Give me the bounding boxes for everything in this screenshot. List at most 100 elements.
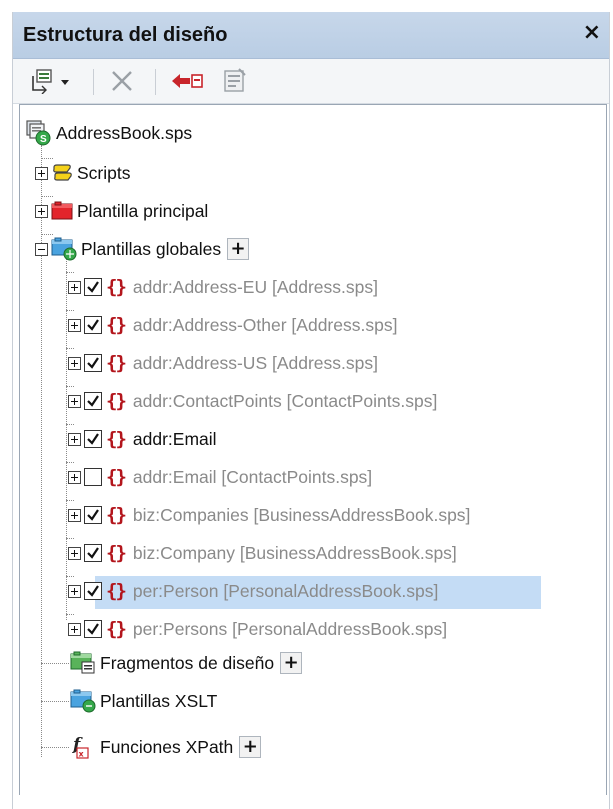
tree-item-template[interactable]: {} addr:Address-Other [Address.sps] xyxy=(68,309,397,341)
template-checkbox[interactable] xyxy=(84,468,102,486)
checkmark-icon xyxy=(87,623,99,635)
expand-icon[interactable] xyxy=(68,318,81,332)
node-label: Scripts xyxy=(77,162,131,183)
template-braces-icon: {} xyxy=(106,276,127,298)
checkmark-icon xyxy=(87,319,99,331)
template-checkbox[interactable] xyxy=(84,620,102,638)
template-checkbox[interactable] xyxy=(84,354,102,372)
tree-node-main-template[interactable]: Plantilla principal xyxy=(35,195,208,227)
expand-icon[interactable] xyxy=(68,394,81,408)
template-checkbox[interactable] xyxy=(84,278,102,296)
template-checkbox[interactable] xyxy=(84,316,102,334)
tree-item-template[interactable]: {} per:Persons [PersonalAddressBook.sps] xyxy=(68,613,447,645)
template-label: addr:ContactPoints [ContactPoints.sps] xyxy=(132,390,438,411)
tree-item-template[interactable]: {} addr:ContactPoints [ContactPoints.sps… xyxy=(68,385,437,417)
panel-title: Estructura del diseño xyxy=(23,24,228,46)
template-checkbox[interactable] xyxy=(84,582,102,600)
add-global-template-button[interactable]: + xyxy=(227,238,250,260)
template-label: addr:Email [ContactPoints.sps] xyxy=(132,466,373,487)
tree-root[interactable]: S AddressBook.sps xyxy=(26,117,192,149)
svg-text:S: S xyxy=(40,134,47,145)
template-braces-icon: {} xyxy=(106,466,127,488)
close-icon[interactable]: × xyxy=(583,20,601,45)
panel-titlebar: Estructura del diseño × xyxy=(13,12,609,59)
template-braces-icon: {} xyxy=(106,542,127,564)
properties-button[interactable] xyxy=(217,65,253,97)
main-template-icon xyxy=(51,201,73,221)
tree-item-template[interactable]: {} biz:Companies [BusinessAddressBook.sp… xyxy=(68,499,470,531)
checkmark-icon xyxy=(87,585,99,597)
checkmark-icon xyxy=(87,281,99,293)
tree-item-template[interactable]: {} addr:Email xyxy=(68,423,217,455)
checkmark-icon xyxy=(87,433,99,445)
tree-item-template[interactable]: {} addr:Address-EU [Address.sps] xyxy=(68,271,378,303)
checkmark-icon xyxy=(87,357,99,369)
expand-icon[interactable] xyxy=(68,546,81,560)
tree-node-scripts[interactable]: Scripts xyxy=(35,157,130,189)
remove-button[interactable] xyxy=(105,65,139,97)
template-braces-icon: {} xyxy=(106,618,127,640)
expand-icon[interactable] xyxy=(35,204,48,218)
template-checkbox[interactable] xyxy=(84,544,102,562)
template-checkbox[interactable] xyxy=(84,506,102,524)
tree-node-design-fragments[interactable]: Fragmentos de diseño + xyxy=(70,647,303,679)
expand-icon[interactable] xyxy=(68,508,81,522)
global-templates-icon xyxy=(51,237,77,261)
root-label: AddressBook.sps xyxy=(56,122,193,143)
tree-item-template[interactable]: {} addr:Address-US [Address.sps] xyxy=(68,347,378,379)
add-node-icon xyxy=(32,69,69,94)
xslt-templates-icon xyxy=(70,689,96,713)
template-label: addr:Email xyxy=(132,428,217,449)
tree-item-template[interactable]: {} biz:Company [BusinessAddressBook.sps] xyxy=(68,537,457,569)
add-xpath-function-button[interactable]: + xyxy=(239,736,262,758)
design-structure-panel: Estructura del diseño × S AddressBook.sp… xyxy=(12,12,610,809)
node-label: Plantillas XSLT xyxy=(100,690,218,711)
template-label: per:Person [PersonalAddressBook.sps] xyxy=(132,580,439,601)
expand-icon[interactable] xyxy=(68,584,81,598)
checkmark-icon xyxy=(87,547,99,559)
template-label: addr:Address-US [Address.sps] xyxy=(132,352,378,373)
tree-node-global-templates[interactable]: Plantillas globales + xyxy=(35,233,250,265)
template-label: per:Persons [PersonalAddressBook.sps] xyxy=(132,618,448,639)
template-label: biz:Company [BusinessAddressBook.sps] xyxy=(132,542,457,563)
expand-icon[interactable] xyxy=(68,470,81,484)
template-checkbox[interactable] xyxy=(84,392,102,410)
template-label: addr:Address-EU [Address.sps] xyxy=(132,276,378,297)
node-label: Plantillas globales xyxy=(81,238,222,259)
panel-toolbar xyxy=(13,59,609,104)
expand-icon[interactable] xyxy=(35,166,48,180)
xpath-functions-icon: f x xyxy=(70,734,92,760)
tree-item-template[interactable]: {} addr:Email [ContactPoints.sps] xyxy=(68,461,372,493)
template-braces-icon: {} xyxy=(106,504,127,526)
expand-icon[interactable] xyxy=(68,280,81,294)
scripts-icon xyxy=(51,163,73,183)
tree-node-xpath-functions[interactable]: f x Funciones XPath + xyxy=(70,731,262,763)
template-label: addr:Address-Other [Address.sps] xyxy=(132,314,398,335)
sps-file-icon: S xyxy=(26,120,52,146)
expand-icon[interactable] xyxy=(68,622,81,636)
design-fragments-icon xyxy=(70,651,96,675)
add-design-fragment-button[interactable]: + xyxy=(280,652,303,674)
design-tree: S AddressBook.sps Scripts Plantilla prin… xyxy=(19,104,607,795)
tree-item-template-selected[interactable]: {} per:Person [PersonalAddressBook.sps] xyxy=(68,575,438,607)
template-braces-icon: {} xyxy=(106,390,127,412)
template-checkbox[interactable] xyxy=(84,430,102,448)
template-label: biz:Companies [BusinessAddressBook.sps] xyxy=(132,504,471,525)
expand-icon[interactable] xyxy=(68,432,81,446)
tree-node-xslt-templates[interactable]: Plantillas XSLT xyxy=(70,685,217,717)
expand-icon[interactable] xyxy=(68,356,81,370)
move-left-icon xyxy=(172,74,203,88)
template-braces-icon: {} xyxy=(106,580,127,602)
remove-icon xyxy=(112,71,132,91)
add-node-button[interactable] xyxy=(27,65,77,97)
checkmark-icon xyxy=(87,509,99,521)
collapse-icon[interactable] xyxy=(35,242,48,256)
node-label: Fragmentos de diseño xyxy=(100,652,275,673)
template-braces-icon: {} xyxy=(106,352,127,374)
node-label: Plantilla principal xyxy=(77,200,209,221)
checkmark-icon xyxy=(87,395,99,407)
node-label: Funciones XPath xyxy=(100,736,234,757)
template-braces-icon: {} xyxy=(106,428,127,450)
move-left-button[interactable] xyxy=(167,65,207,97)
properties-icon xyxy=(224,68,246,92)
